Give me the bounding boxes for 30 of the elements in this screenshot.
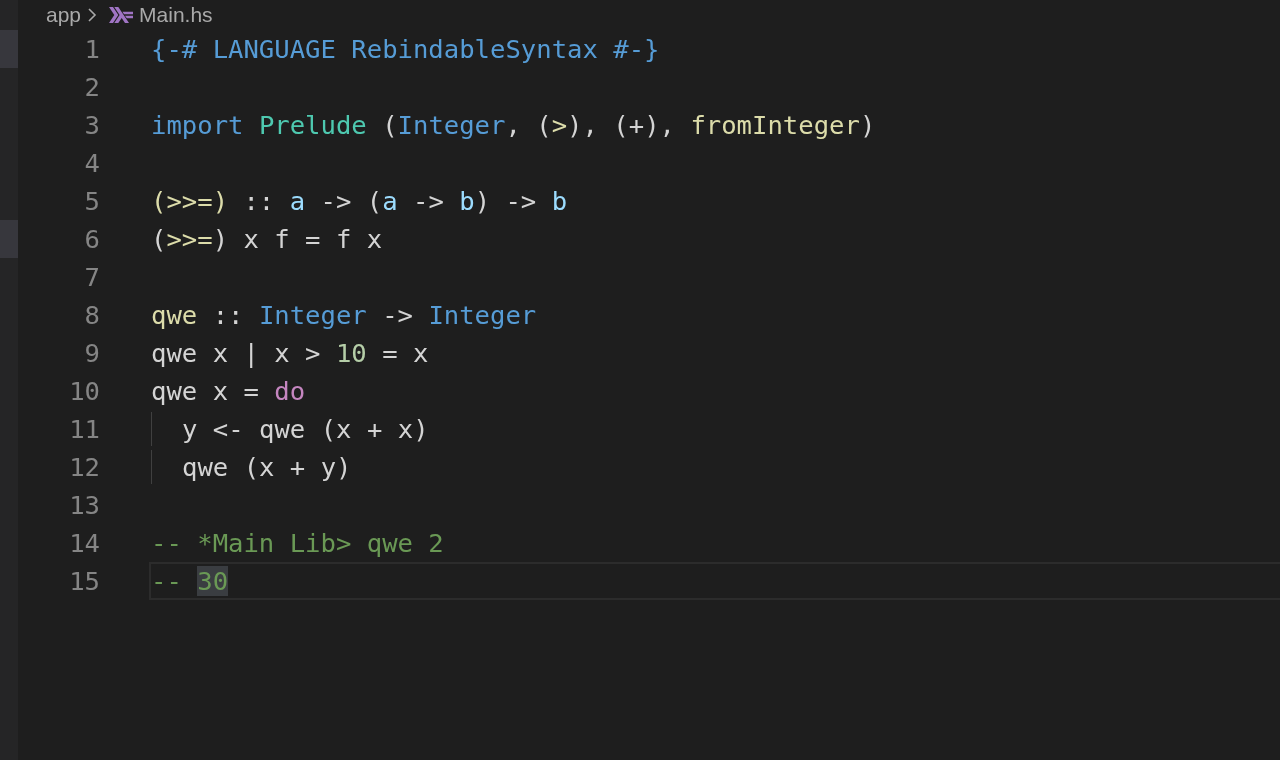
code-line: qwe x = do: [151, 375, 306, 408]
code-line: qwe (x + y): [182, 451, 352, 484]
line-number: 10: [68, 375, 100, 408]
line-number: 14: [68, 527, 100, 560]
breadcrumb-file[interactable]: Main.hs: [139, 3, 213, 27]
line-number: 4: [83, 147, 100, 180]
code-line: qwe x | x > 10 = x: [151, 337, 429, 370]
code-line: {-# LANGUAGE RebindableSyntax #-}: [151, 33, 660, 66]
code-line: -- *Main Lib> qwe 2: [151, 527, 444, 560]
breadcrumb-folder[interactable]: app: [46, 3, 82, 27]
line-number: 15: [68, 565, 100, 598]
line-number: 1: [83, 33, 100, 66]
line-number: 9: [83, 337, 100, 370]
line-number: 12: [68, 451, 100, 484]
line-number: 13: [68, 489, 100, 522]
code-line: import Prelude (Integer, (>), (+), fromInteger): [151, 109, 876, 142]
line-number: 2: [83, 71, 100, 104]
line-number: 3: [83, 109, 100, 142]
line-number: 5: [83, 185, 100, 218]
code-line: (>>=) x f = f x: [151, 223, 383, 256]
line-number: 8: [83, 299, 100, 332]
code-line: qwe :: Integer -> Integer: [151, 299, 537, 332]
haskell-logo-icon: [109, 7, 134, 23]
line-number: 7: [83, 261, 100, 294]
code-line: (>>=) :: a -> (a -> b) -> b: [151, 185, 568, 218]
line-number: 6: [83, 223, 100, 256]
chevron-right-icon: [87, 7, 98, 23]
line-number: 11: [68, 413, 100, 446]
code-line: y <- qwe (x + x): [182, 413, 429, 446]
code-line: -- 30: [151, 565, 229, 598]
